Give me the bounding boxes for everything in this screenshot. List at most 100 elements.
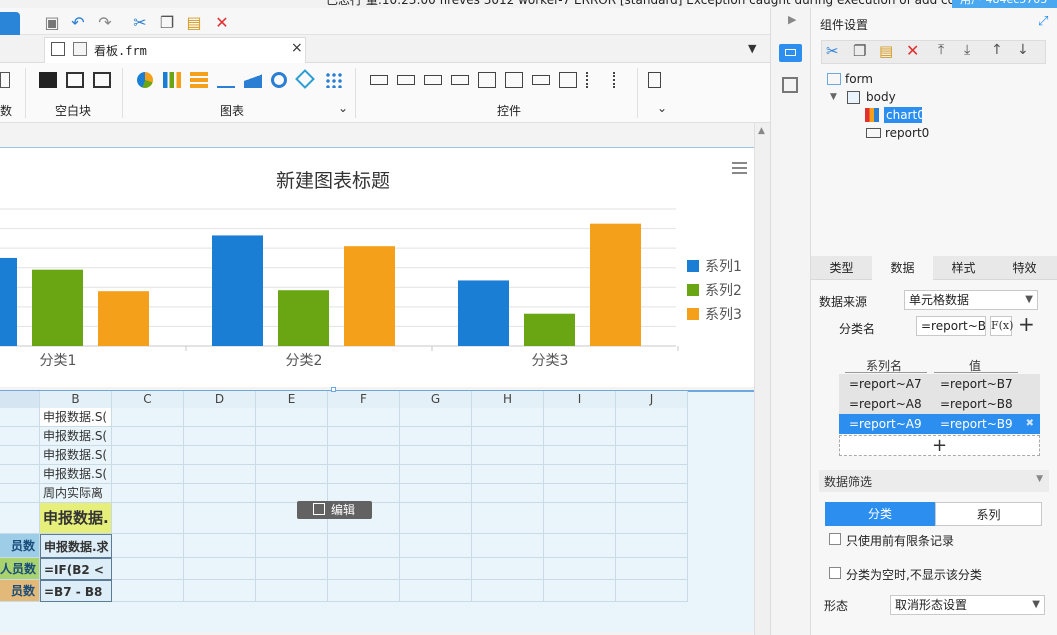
- chart-group-expand[interactable]: ⌄: [338, 101, 348, 115]
- horizontal-bar-icon[interactable]: [190, 72, 208, 88]
- grid-cell[interactable]: [544, 503, 616, 534]
- grid-cell[interactable]: [112, 558, 184, 580]
- move-up-icon[interactable]: ↑: [991, 42, 1003, 58]
- paste-icon[interactable]: ▤: [184, 12, 204, 32]
- column-header-j[interactable]: J: [616, 391, 688, 408]
- redo-icon[interactable]: ↷: [95, 12, 115, 32]
- column-header-f[interactable]: F: [328, 391, 400, 408]
- cell-b8[interactable]: =IF(B2 <: [40, 558, 112, 580]
- tree-node-body[interactable]: body: [866, 90, 896, 104]
- column-header-i[interactable]: I: [544, 391, 616, 408]
- cell-a5[interactable]: [0, 484, 40, 503]
- cell-b1[interactable]: 申报数据.S(: [40, 408, 112, 427]
- filter-series-button[interactable]: 系列: [935, 502, 1042, 526]
- area-chart-icon[interactable]: [244, 72, 262, 88]
- cell-a2[interactable]: [0, 427, 40, 446]
- tree-node-chart-selected[interactable]: chart0: [884, 107, 925, 123]
- tab-menu-icon[interactable]: ▼: [748, 42, 756, 55]
- chart-menu-icon[interactable]: [732, 162, 747, 174]
- grid-cell[interactable]: [616, 484, 688, 503]
- grid-cell[interactable]: [184, 446, 256, 465]
- block-absolute-icon[interactable]: [39, 72, 57, 88]
- remove-series-icon[interactable]: ✖: [1026, 414, 1034, 434]
- grid-cell[interactable]: [544, 580, 616, 602]
- scatter-chart-icon[interactable]: [325, 72, 343, 88]
- grid-cell[interactable]: [472, 427, 544, 446]
- date-widget-icon[interactable]: [505, 72, 523, 88]
- grid-cell[interactable]: [256, 446, 328, 465]
- tree-node-form[interactable]: form: [845, 72, 873, 86]
- grid-cell[interactable]: [544, 465, 616, 484]
- grid-cell[interactable]: [616, 446, 688, 465]
- grid-cell[interactable]: [544, 534, 616, 558]
- undo-icon[interactable]: ↶: [68, 12, 88, 32]
- tab-type[interactable]: 类型: [811, 256, 872, 280]
- grid-cell[interactable]: [472, 408, 544, 427]
- checkbox-group-icon[interactable]: [613, 72, 631, 88]
- cell-a3[interactable]: [0, 446, 40, 465]
- grid-cell[interactable]: [256, 465, 328, 484]
- column-header-h[interactable]: H: [472, 391, 544, 408]
- button-widget-icon[interactable]: [424, 75, 442, 85]
- column-header-b[interactable]: B: [40, 391, 112, 408]
- cell-b6[interactable]: 申报数据.: [40, 503, 112, 534]
- grid-cell[interactable]: [400, 484, 472, 503]
- grid-cell[interactable]: [328, 427, 400, 446]
- grid-cell[interactable]: [112, 484, 184, 503]
- column-header-c[interactable]: C: [112, 391, 184, 408]
- search-widget-icon[interactable]: [648, 72, 661, 88]
- grid-cell[interactable]: [400, 427, 472, 446]
- hide-empty-checkbox[interactable]: [829, 567, 841, 579]
- grid-cell[interactable]: [184, 580, 256, 602]
- grid-cell[interactable]: [472, 558, 544, 580]
- move-down-icon[interactable]: ↓: [1017, 42, 1029, 58]
- grid-cell[interactable]: [472, 534, 544, 558]
- widget-group-expand[interactable]: ⌄: [657, 101, 667, 115]
- grid-cell[interactable]: [184, 503, 256, 534]
- grid-cell[interactable]: [544, 484, 616, 503]
- grid-cell[interactable]: [544, 446, 616, 465]
- edit-button[interactable]: 编辑: [297, 501, 372, 519]
- grid-cell[interactable]: [544, 427, 616, 446]
- grid-cell[interactable]: [400, 558, 472, 580]
- grid-cell[interactable]: [184, 427, 256, 446]
- cell-a8[interactable]: 人员数: [0, 558, 40, 580]
- scroll-up-icon[interactable]: ▲: [758, 126, 765, 136]
- grid-cell[interactable]: [112, 408, 184, 427]
- save-icon[interactable]: ▣: [42, 12, 62, 32]
- cell-a1[interactable]: [0, 408, 40, 427]
- grid-cell[interactable]: [328, 558, 400, 580]
- grid-cell[interactable]: [544, 408, 616, 427]
- grid-cell[interactable]: [616, 534, 688, 558]
- tab-close-button[interactable]: ×: [291, 40, 303, 56]
- series-row[interactable]: =report~A7 =report~B7: [839, 374, 1040, 394]
- grid-cell[interactable]: [616, 408, 688, 427]
- grid-cell[interactable]: [328, 534, 400, 558]
- param-icon[interactable]: [0, 72, 10, 88]
- grid-cell[interactable]: [112, 465, 184, 484]
- grid-cell[interactable]: [616, 558, 688, 580]
- tab-effects[interactable]: 特效: [994, 256, 1055, 280]
- grid-cell[interactable]: [112, 427, 184, 446]
- column-header-e[interactable]: E: [256, 391, 328, 408]
- grid-cell[interactable]: [256, 580, 328, 602]
- copy-icon[interactable]: ❐: [853, 42, 866, 60]
- layout-settings-icon[interactable]: [782, 77, 798, 93]
- grid-cell[interactable]: [184, 408, 256, 427]
- copy-icon[interactable]: ❐: [157, 12, 177, 32]
- limit-records-checkbox[interactable]: [829, 533, 841, 545]
- datasource-select[interactable]: 单元格数据 ▼: [904, 290, 1038, 310]
- grid-cell[interactable]: [112, 446, 184, 465]
- grid-cell[interactable]: [328, 465, 400, 484]
- grid-cell[interactable]: [400, 465, 472, 484]
- grid-cell[interactable]: [184, 534, 256, 558]
- vertical-scrollbar[interactable]: [754, 123, 770, 635]
- chart-component[interactable]: 新建图表标题 分类1 分类2 分类3 系列1 系列2 系列3: [0, 147, 754, 387]
- delete-icon[interactable]: ✕: [906, 41, 919, 60]
- number-widget-icon[interactable]: [532, 75, 550, 85]
- column-header-d[interactable]: D: [184, 391, 256, 408]
- component-settings-tab[interactable]: [779, 44, 802, 62]
- cell-b5[interactable]: 周内实际离: [40, 484, 112, 503]
- resize-handle[interactable]: [331, 387, 336, 392]
- grid-cell[interactable]: [472, 484, 544, 503]
